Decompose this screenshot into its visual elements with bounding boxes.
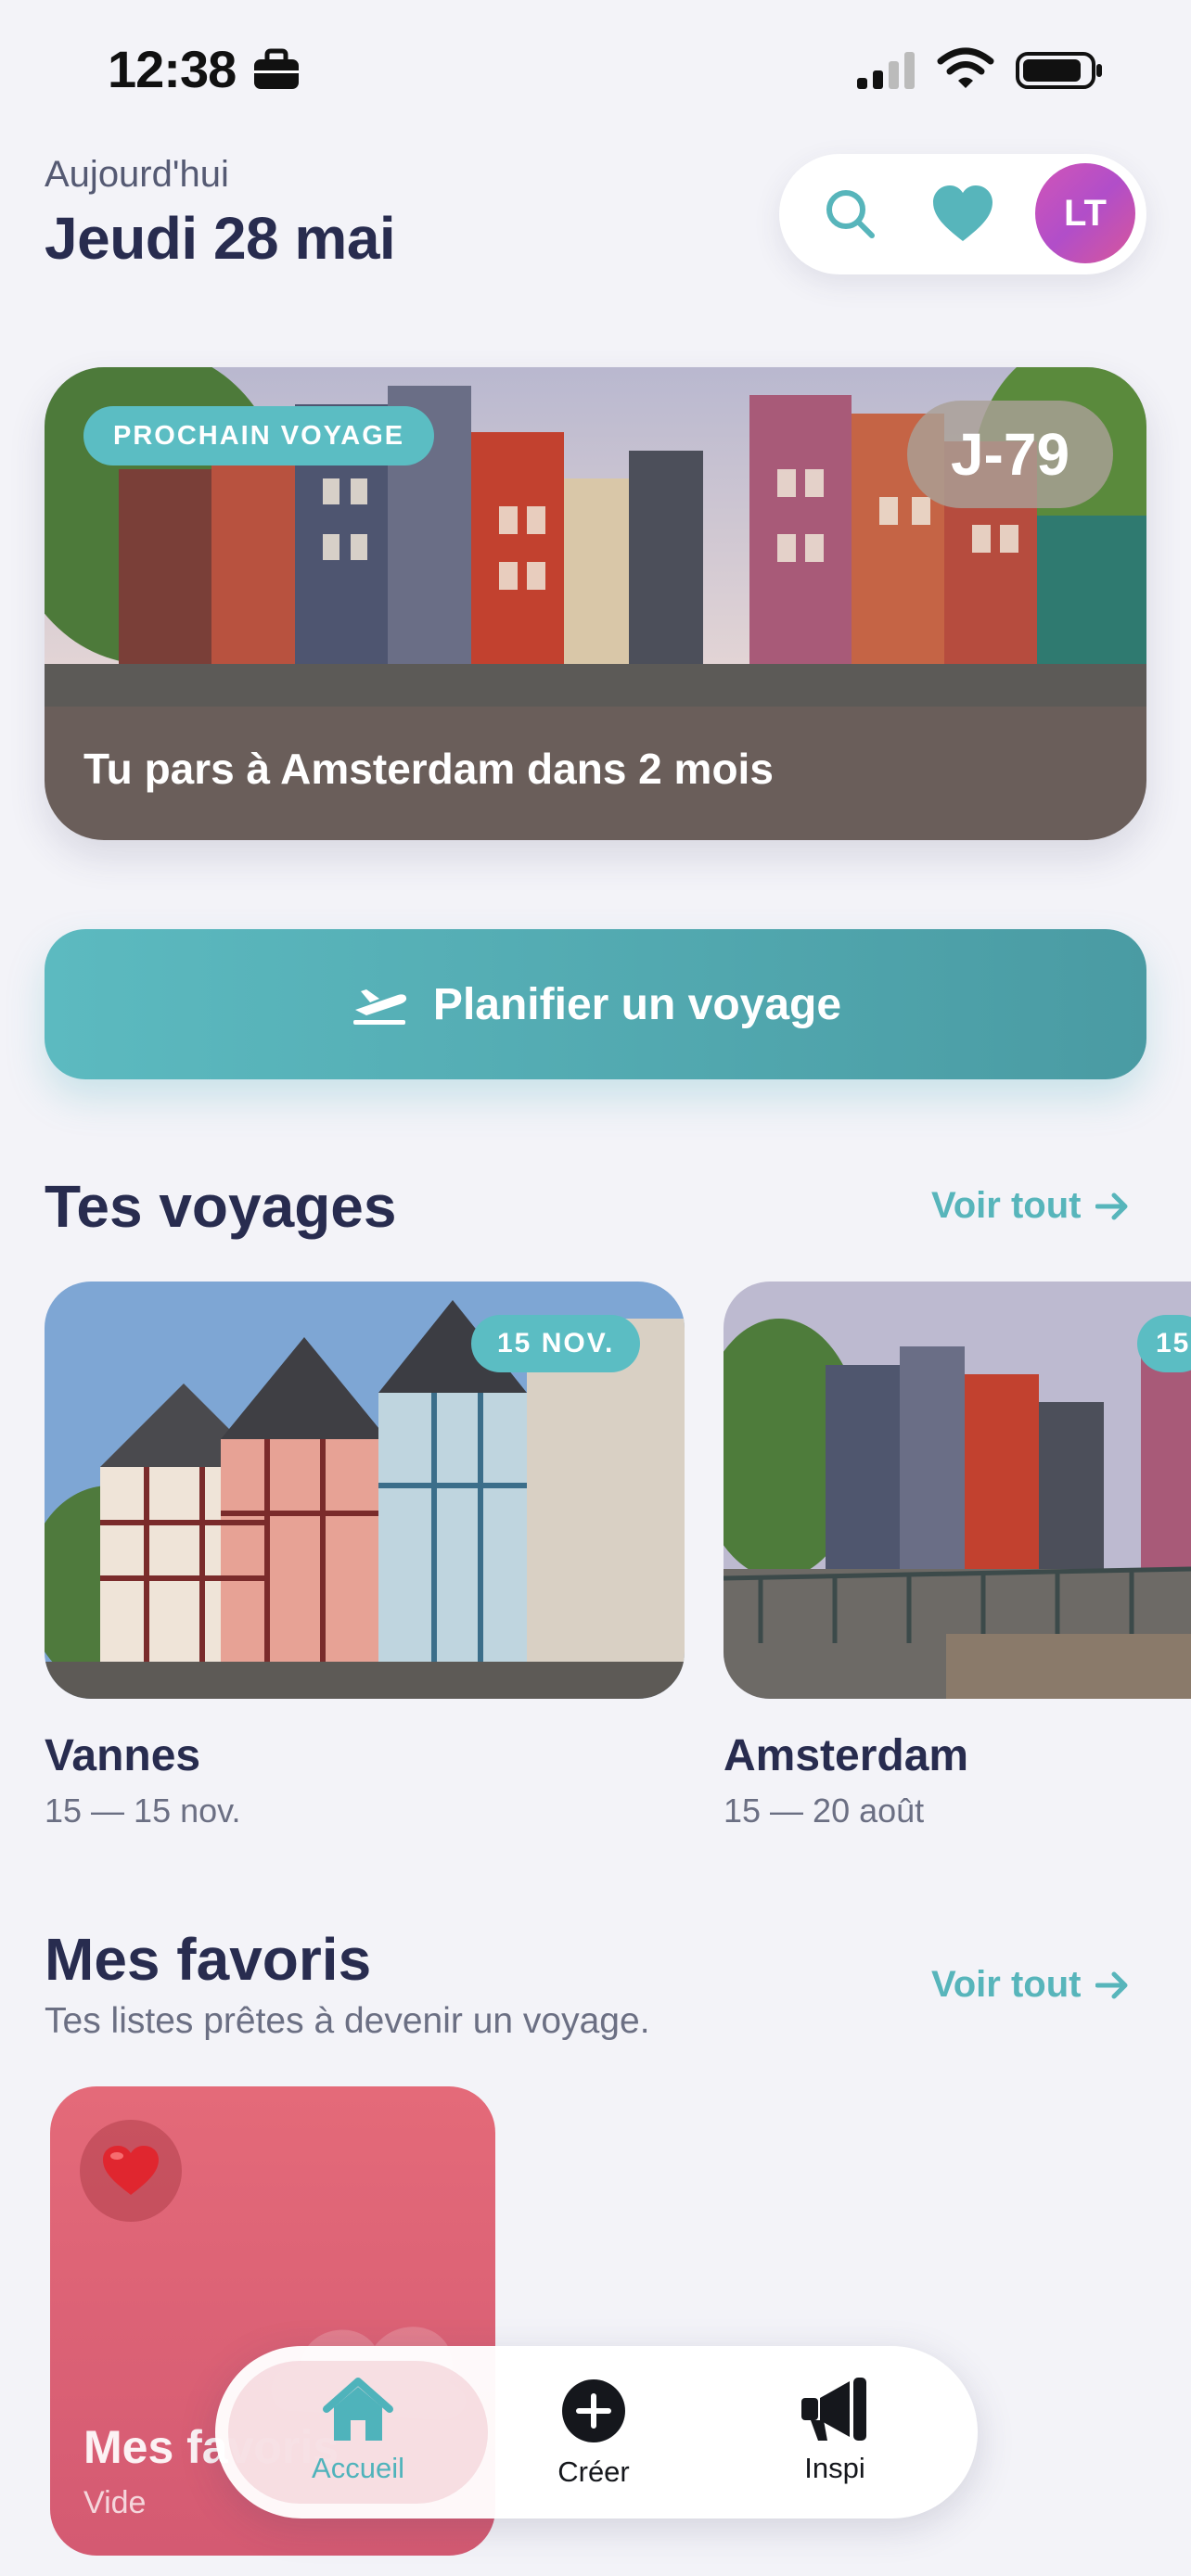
next-trip-card[interactable]: PROCHAIN VOYAGE J-79 Tu pars à Amsterdam… xyxy=(45,367,1146,840)
nav-item-home[interactable]: Accueil xyxy=(284,2374,432,2485)
trip-date-badge: 15 xyxy=(1137,1315,1191,1372)
favorites-list-count: Vide xyxy=(83,2485,147,2520)
battery-icon xyxy=(1016,52,1102,89)
today-label: Aujourd'hui xyxy=(45,154,229,195)
plan-trip-button[interactable]: Planifier un voyage xyxy=(45,929,1146,1079)
trip-date-badge: 15 NOV. xyxy=(471,1315,641,1372)
see-all-label: Voir tout xyxy=(931,1964,1082,2005)
trips-see-all-link[interactable]: Voir tout xyxy=(931,1185,1129,1227)
nav-item-create[interactable]: Créer xyxy=(519,2378,668,2489)
amsterdam-canal-photo xyxy=(724,1282,1191,1699)
arrow-right-icon xyxy=(1095,1971,1128,1998)
wifi-icon xyxy=(937,47,994,88)
favorites-see-all-link[interactable]: Voir tout xyxy=(931,1964,1129,2006)
trip-card-amsterdam[interactable]: 15 xyxy=(724,1282,1191,1699)
nav-item-inspiration[interactable]: Inspi xyxy=(761,2374,909,2485)
plus-circle-icon xyxy=(562,2379,625,2442)
countdown-badge: J-79 xyxy=(907,401,1113,508)
megaphone-icon xyxy=(801,2378,866,2441)
heart-emoji-icon xyxy=(80,2120,182,2222)
trips-section-title: Tes voyages xyxy=(45,1173,397,1240)
trip-card-vannes[interactable]: 15 NOV. xyxy=(45,1282,685,1699)
nav-label: Accueil xyxy=(312,2452,404,2484)
heart-icon[interactable] xyxy=(928,180,998,249)
see-all-label: Voir tout xyxy=(931,1185,1082,1226)
next-trip-badge: PROCHAIN VOYAGE xyxy=(83,406,435,465)
trip-name: Amsterdam xyxy=(724,1731,969,1780)
favorites-subtitle: Tes listes prêtes à devenir un voyage. xyxy=(45,2001,650,2041)
arrow-right-icon xyxy=(1095,1192,1128,1219)
page-title: Jeudi 28 mai xyxy=(45,205,396,272)
nav-label: Inspi xyxy=(804,2452,865,2484)
next-trip-title: Tu pars à Amsterdam dans 2 mois xyxy=(83,745,774,793)
status-time: 12:38 xyxy=(108,40,237,98)
favorites-section-title: Mes favoris xyxy=(45,1926,372,1993)
trip-dates: 15 — 20 août xyxy=(724,1792,925,1830)
signal-icon xyxy=(857,52,915,89)
plan-trip-label: Planifier un voyage xyxy=(432,979,842,1029)
search-icon[interactable] xyxy=(816,180,885,249)
avatar[interactable]: LT xyxy=(1035,163,1135,263)
briefcase-icon xyxy=(254,48,299,89)
trip-dates: 15 — 15 nov. xyxy=(45,1792,241,1830)
plane-takeoff-icon xyxy=(352,989,407,1025)
trip-name: Vannes xyxy=(45,1731,201,1780)
home-icon xyxy=(323,2378,393,2441)
nav-label: Créer xyxy=(557,2455,630,2488)
